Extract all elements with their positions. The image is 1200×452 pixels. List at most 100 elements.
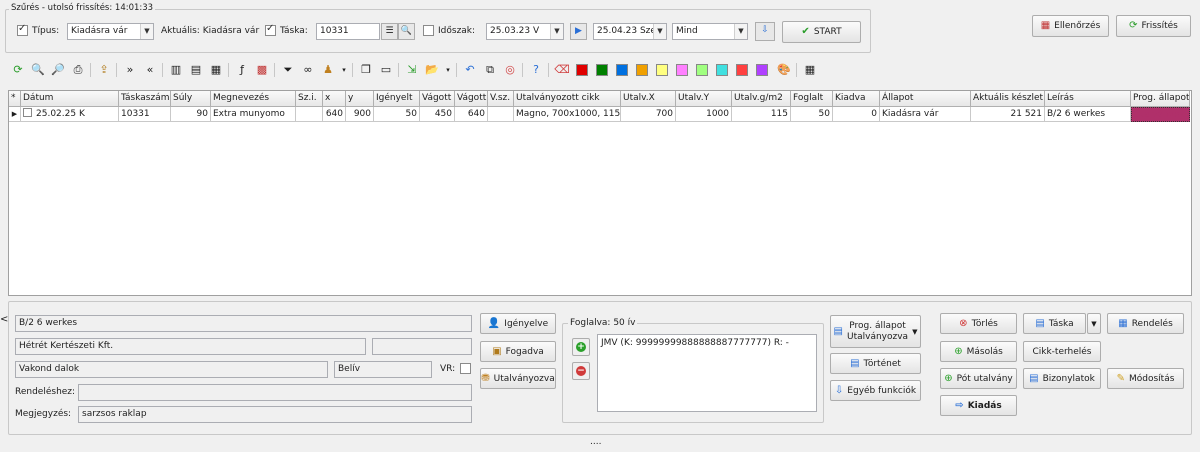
requested-button[interactable]: 👤 Igényelve: [480, 313, 556, 334]
chevron-down-icon[interactable]: ▼: [140, 24, 153, 39]
color-swatch[interactable]: [736, 64, 748, 76]
zoom-in-icon[interactable]: 🔍: [30, 62, 46, 78]
column-header[interactable]: Utalv.g/m2: [732, 91, 791, 107]
column-header[interactable]: V.sz.: [488, 91, 514, 107]
prog-state-button[interactable]: ▤ Prog. állapot Utalványozva ▼: [830, 315, 921, 348]
remove-reservation-button[interactable]: −: [572, 362, 590, 380]
check-button[interactable]: ▦ Ellenőrzés: [1032, 15, 1109, 37]
folder-icon[interactable]: 📂: [424, 62, 440, 78]
layout-icon[interactable]: ▭: [378, 62, 394, 78]
import-icon[interactable]: ⇲: [404, 62, 420, 78]
refresh-icon[interactable]: ⟳: [10, 62, 26, 78]
column-header[interactable]: Igényelt: [374, 91, 420, 107]
calculator-icon[interactable]: ▦: [802, 62, 818, 78]
refresh-button[interactable]: ⟳ Frissítés: [1116, 15, 1191, 37]
delete-button[interactable]: ⊗ Törlés: [940, 313, 1017, 334]
duplicate-icon[interactable]: ⧉: [482, 62, 498, 78]
column-header[interactable]: Foglalt: [791, 91, 833, 107]
data-grid[interactable]: * Dátum Táskaszám Súly Megnevezés Sz.i. x y Igén…: [8, 90, 1192, 296]
received-button[interactable]: ▣ Fogadva: [480, 341, 556, 362]
vouchered-button[interactable]: ⛃ Utalványozva: [480, 368, 556, 389]
formula-icon[interactable]: ƒ: [234, 62, 250, 78]
part-field[interactable]: Belív: [334, 361, 432, 378]
copy-button[interactable]: ⊕ Másolás: [940, 341, 1017, 362]
grid-cell[interactable]: 50: [374, 107, 420, 122]
item-load-button[interactable]: Cikk-terhelés: [1023, 341, 1101, 362]
documents-button[interactable]: ▤ Bizonylatok: [1023, 368, 1101, 389]
start-button[interactable]: ✔ START: [782, 21, 861, 43]
grid-cell[interactable]: [488, 107, 514, 122]
column-header[interactable]: Prog. állapot: [1131, 91, 1190, 107]
grid-cell[interactable]: Utalványozva: [1131, 107, 1190, 122]
splitter-handle[interactable]: ....: [590, 437, 601, 447]
column-header[interactable]: Utalv.Y: [676, 91, 732, 107]
chevron-down-icon[interactable]: ▾: [336, 62, 352, 78]
bag-dropdown-button[interactable]: ▼: [1087, 313, 1101, 334]
palette-icon[interactable]: 🎨: [776, 62, 792, 78]
other-functions-button[interactable]: ⇩ Egyéb funkciók: [830, 380, 921, 401]
undo-icon[interactable]: ↶: [462, 62, 478, 78]
collapse-all-icon[interactable]: «: [142, 62, 158, 78]
row-checkbox[interactable]: [23, 108, 32, 117]
order-button[interactable]: ▦ Rendelés: [1107, 313, 1184, 334]
color-swatch[interactable]: [576, 64, 588, 76]
column-header[interactable]: Utalványozott cikk: [514, 91, 621, 107]
grid-cell[interactable]: 640: [323, 107, 346, 122]
column-header[interactable]: Leírás: [1045, 91, 1131, 107]
color-swatch[interactable]: [676, 64, 688, 76]
grid-cell[interactable]: 0: [833, 107, 880, 122]
reservation-list[interactable]: JMV (K: 99999999888888887777777) R: -: [597, 334, 817, 412]
extra-voucher-button[interactable]: ⊕ Pót utalvány: [940, 368, 1017, 389]
grid-cell[interactable]: 450: [420, 107, 455, 122]
reservation-entry[interactable]: JMV (K: 99999999888888887777777) R: -: [601, 338, 789, 348]
grid-cell[interactable]: 50: [791, 107, 833, 122]
date-from-combo[interactable]: 25.03.23 V ▼: [486, 23, 564, 40]
note-field[interactable]: sarzsos raklap: [78, 406, 472, 423]
eraser-icon[interactable]: ⌫: [554, 62, 570, 78]
grid-cell[interactable]: 900: [346, 107, 374, 122]
highlight-icon[interactable]: ♟: [320, 62, 336, 78]
copy-grid-icon[interactable]: ❐: [358, 62, 374, 78]
grid-cell[interactable]: B/2 6 werkes: [1045, 107, 1131, 122]
row-indicator-icon[interactable]: ▶: [9, 107, 21, 122]
grid-cell[interactable]: Kiadásra vár: [880, 107, 971, 122]
add-reservation-button[interactable]: +: [572, 338, 590, 356]
column-header[interactable]: Megnevezés: [211, 91, 296, 107]
find-icon[interactable]: ∞: [300, 62, 316, 78]
color-swatch[interactable]: [656, 64, 668, 76]
chevron-down-icon[interactable]: ▼: [734, 24, 747, 39]
help-icon[interactable]: ?: [528, 62, 544, 78]
product-field[interactable]: Vakond dalok: [15, 361, 328, 378]
column-header[interactable]: Súly: [171, 91, 211, 107]
grid-cell[interactable]: 115: [732, 107, 791, 122]
target-icon[interactable]: ◎: [502, 62, 518, 78]
search-icon[interactable]: 🔍: [398, 23, 415, 40]
color-swatch[interactable]: [616, 64, 628, 76]
bag-button[interactable]: ▤ Táska: [1023, 313, 1086, 334]
color-swatch[interactable]: [756, 64, 768, 76]
color-swatch[interactable]: [696, 64, 708, 76]
description-field[interactable]: B/2 6 werkes: [15, 315, 472, 332]
filter-icon[interactable]: ⏷: [280, 62, 296, 78]
expand-all-icon[interactable]: »: [122, 62, 138, 78]
grid-cell-date[interactable]: 25.02.25 K: [21, 107, 119, 122]
color-swatch[interactable]: [716, 64, 728, 76]
vr-checkbox[interactable]: [460, 363, 471, 374]
export-icon[interactable]: ⇪: [96, 62, 112, 78]
color-swatch[interactable]: [636, 64, 648, 76]
column-header[interactable]: Táskaszám: [119, 91, 171, 107]
columns-icon[interactable]: ▥: [168, 62, 184, 78]
issue-button[interactable]: ⇨ Kiadás: [940, 395, 1017, 416]
list-icon[interactable]: ☰: [381, 23, 398, 40]
date-to-combo[interactable]: 25.04.23 Sze ▼: [593, 23, 667, 40]
grid-cell[interactable]: 21 521: [971, 107, 1045, 122]
grid-cell[interactable]: 90: [171, 107, 211, 122]
order-field[interactable]: [78, 384, 472, 401]
grid-cell[interactable]: 1000: [676, 107, 732, 122]
column-header[interactable]: Utalv.X: [621, 91, 676, 107]
collapse-icon[interactable]: <: [0, 314, 8, 325]
column-header[interactable]: y: [346, 91, 374, 107]
column-header[interactable]: Aktuális készlet: [971, 91, 1045, 107]
color-swatch[interactable]: [596, 64, 608, 76]
column-header[interactable]: Kiadva: [833, 91, 880, 107]
